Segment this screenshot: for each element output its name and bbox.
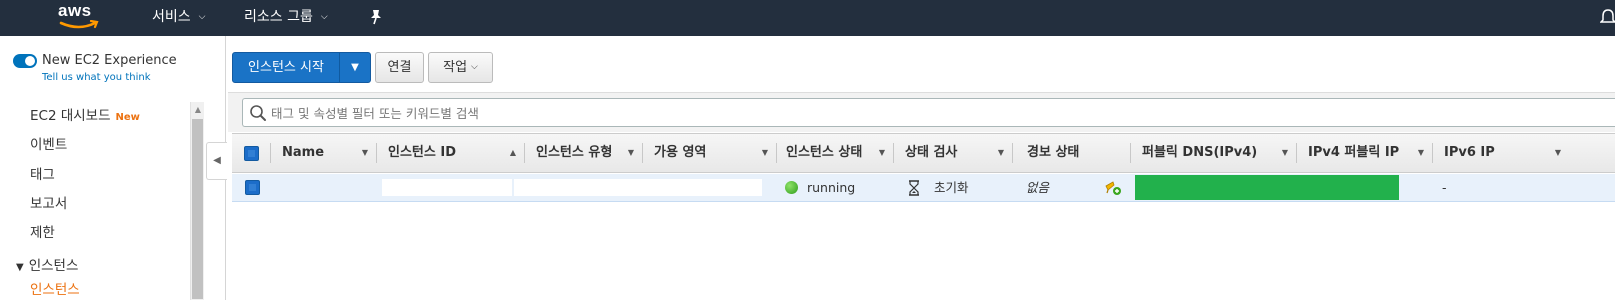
- search-box[interactable]: [242, 98, 1615, 127]
- cell-name: [282, 174, 372, 202]
- chevron-down-icon: ⌵: [320, 12, 328, 22]
- scroll-up-arrow-icon[interactable]: ▲: [191, 102, 205, 118]
- column-label: Name: [282, 145, 325, 160]
- redacted-instance-id: [382, 179, 512, 196]
- collapse-sidebar-button[interactable]: ◀: [206, 142, 227, 180]
- column-label: 인스턴스 상태: [786, 145, 863, 160]
- column-header-instance-type[interactable]: 인스턴스 유형 ▼: [526, 134, 642, 172]
- launch-dropdown-icon[interactable]: ▼: [340, 53, 370, 82]
- chevron-down-icon: ⌵: [198, 12, 206, 22]
- actions-button[interactable]: 작업 ⌵: [428, 52, 493, 83]
- sort-down-icon: ▼: [361, 148, 368, 157]
- column-label: IPv6 IP: [1444, 145, 1495, 160]
- connect-button[interactable]: 연결: [375, 52, 424, 83]
- new-badge: New: [115, 112, 140, 123]
- running-status-icon: [785, 181, 798, 194]
- resource-groups-menu[interactable]: 리소스 그룹 ⌵: [244, 0, 328, 36]
- services-label: 서비스: [152, 9, 191, 25]
- select-all-checkbox[interactable]: [244, 146, 259, 161]
- search-icon: [250, 105, 266, 121]
- row-checkbox[interactable]: [245, 180, 260, 195]
- cell-ipv6-ip: -: [1442, 180, 1447, 195]
- sidebar-item-instances[interactable]: 인스턴스: [30, 278, 80, 298]
- column-header-instance-state[interactable]: 인스턴스 상태 ▼: [776, 134, 893, 172]
- table-row[interactable]: running 초기화 없음 -: [232, 174, 1615, 202]
- sidebar-item-reports[interactable]: 보고서: [30, 192, 67, 212]
- column-divider: [1296, 143, 1297, 163]
- bell-icon[interactable]: [1600, 8, 1615, 26]
- new-experience-toggle[interactable]: [13, 54, 37, 68]
- caret-down-icon: ▼: [16, 262, 24, 273]
- sidebar-section-label: 인스턴스: [28, 258, 79, 274]
- column-label: 인스턴스 ID: [388, 145, 456, 160]
- column-divider: [270, 143, 271, 163]
- column-label: 인스턴스 유형: [536, 145, 613, 160]
- column-header-public-dns[interactable]: 퍼블릭 DNS(IPv4) ▼: [1132, 134, 1296, 172]
- top-nav-bar: aws 서비스 ⌵ 리소스 그룹 ⌵: [0, 0, 1615, 36]
- connect-label: 연결: [387, 60, 412, 75]
- launch-instance-button[interactable]: 인스턴스 시작 ▼: [232, 52, 371, 83]
- pin-icon[interactable]: [369, 9, 383, 25]
- column-label: 경보 상태: [1027, 145, 1080, 160]
- column-divider: [524, 143, 525, 163]
- column-label: 가용 영역: [654, 145, 707, 160]
- sidebar-item-label: EC2 대시보드: [30, 108, 111, 124]
- search-area: [228, 92, 1615, 132]
- column-label: 퍼블릭 DNS(IPv4): [1142, 145, 1258, 160]
- column-header-alarm-status[interactable]: 경보 상태: [1017, 134, 1127, 172]
- sidebar-section-instances[interactable]: ▼ 인스턴스: [16, 254, 78, 274]
- column-divider: [1432, 143, 1433, 163]
- redacted-type-zone: [514, 179, 762, 196]
- feedback-link[interactable]: Tell us what you think: [42, 72, 151, 83]
- cell-alarm-status: 없음: [1026, 180, 1050, 195]
- column-label: IPv4 퍼블릭 IP: [1308, 145, 1400, 160]
- resource-groups-label: 리소스 그룹: [244, 9, 313, 25]
- column-header-availability-zone[interactable]: 가용 영역 ▼: [644, 134, 776, 172]
- column-divider: [1012, 143, 1013, 163]
- sort-down-icon: ▼: [878, 148, 885, 157]
- redacted-public-dns: [1135, 175, 1399, 200]
- sort-down-icon: ▼: [1417, 148, 1424, 157]
- column-header-ipv4-public-ip[interactable]: IPv4 퍼블릭 IP ▼: [1298, 134, 1432, 172]
- sidebar-item-events[interactable]: 이벤트: [30, 133, 67, 153]
- actions-label: 작업: [443, 60, 468, 75]
- chevron-down-icon: ⌵: [471, 62, 478, 72]
- column-divider: [376, 143, 377, 163]
- search-input[interactable]: [271, 103, 1571, 123]
- column-header-name[interactable]: Name ▼: [272, 134, 376, 172]
- sort-up-icon: ▲: [509, 148, 516, 157]
- aws-logo[interactable]: aws: [58, 2, 102, 32]
- sort-down-icon: ▼: [997, 148, 1004, 157]
- column-header-instance-id[interactable]: 인스턴스 ID ▲: [378, 134, 524, 172]
- cell-status-check: 초기화: [934, 180, 969, 195]
- aws-logo-text: aws: [58, 1, 92, 20]
- sort-down-icon: ▼: [627, 148, 634, 157]
- sidebar: New EC2 Experience Tell us what you thin…: [0, 36, 226, 300]
- aws-smile-icon: [59, 20, 99, 29]
- create-alarm-icon[interactable]: [1104, 180, 1122, 196]
- sidebar-item-limits[interactable]: 제한: [30, 221, 55, 241]
- sort-down-icon: ▼: [1281, 148, 1288, 157]
- table-header: Name ▼ 인스턴스 ID ▲ 인스턴스 유형 ▼ 가용 영역 ▼ 인스턴스 상태 ▼ …: [232, 133, 1615, 173]
- hourglass-icon: [909, 180, 919, 196]
- launch-instance-label: 인스턴스 시작: [248, 60, 324, 75]
- services-menu[interactable]: 서비스 ⌵: [152, 0, 205, 36]
- sort-down-icon: ▼: [761, 148, 768, 157]
- column-divider: [642, 143, 643, 163]
- column-header-status-checks[interactable]: 상태 검사 ▼: [895, 134, 1012, 172]
- sidebar-item-ec2-dashboard[interactable]: EC2 대시보드 New: [30, 104, 140, 124]
- column-label: 상태 검사: [905, 145, 958, 160]
- cell-instance-state: running: [807, 180, 856, 195]
- chevron-left-icon: ◀: [213, 155, 221, 166]
- column-header-ipv6-ip[interactable]: IPv6 IP ▼: [1434, 134, 1569, 172]
- column-divider: [893, 143, 894, 163]
- sidebar-scrollbar[interactable]: ▲: [190, 102, 204, 300]
- sort-down-icon: ▼: [1554, 148, 1561, 157]
- column-divider: [1130, 143, 1131, 163]
- new-experience-label: New EC2 Experience: [42, 53, 177, 68]
- scrollbar-thumb[interactable]: [192, 119, 203, 299]
- sidebar-item-tags[interactable]: 태그: [30, 163, 55, 183]
